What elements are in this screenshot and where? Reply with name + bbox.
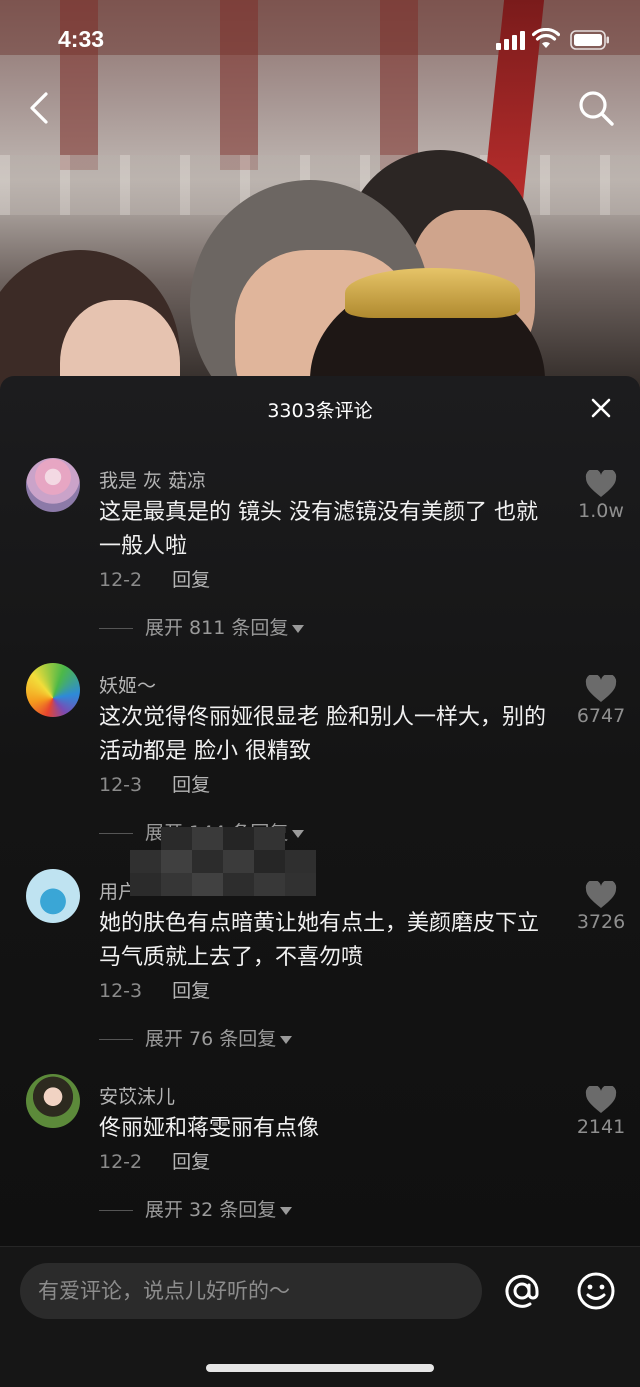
comment-input-box[interactable] — [20, 1263, 482, 1319]
back-button[interactable] — [22, 88, 58, 128]
search-icon — [579, 91, 614, 126]
reply-button[interactable]: 回复 — [172, 980, 210, 1002]
reply-button[interactable]: 回复 — [172, 1151, 210, 1173]
like-count: 2141 — [576, 1116, 626, 1138]
expand-replies[interactable]: 展开 811 条回复 — [99, 613, 305, 640]
gold-headdress — [345, 268, 520, 318]
expand-replies-label: 展开 32 条回复 — [145, 1199, 277, 1221]
comment-text: 这是最真是的 镜头 没有滤镜没有美颜了 也就一般人啦 — [99, 500, 538, 559]
reply-button[interactable]: 回复 — [172, 569, 210, 591]
comment-meta: 12-2 回复 — [99, 1147, 210, 1174]
close-button[interactable] — [588, 395, 614, 421]
avatar[interactable] — [26, 869, 80, 923]
comment-meta: 12-3 回复 — [99, 770, 210, 797]
expand-replies-label: 展开 76 条回复 — [145, 1028, 277, 1050]
emoji-icon — [577, 1272, 615, 1310]
comment-date: 12-3 — [99, 774, 143, 796]
comment-count-title: 3303条评论 — [267, 400, 373, 422]
close-icon — [591, 398, 611, 418]
reply-button[interactable]: 回复 — [172, 774, 210, 796]
like-button[interactable]: 2141 — [570, 1086, 632, 1138]
like-button[interactable]: 3726 — [570, 881, 632, 933]
comment-username[interactable]: 安苡沫儿 — [99, 1082, 175, 1109]
like-count: 1.0w — [578, 500, 624, 522]
emoji-button[interactable] — [574, 1269, 618, 1313]
comment-input[interactable] — [38, 1263, 468, 1319]
heart-icon — [585, 470, 617, 497]
chevron-left-icon — [30, 92, 48, 124]
comment-input-bar — [0, 1246, 640, 1387]
wifi-icon — [532, 28, 560, 48]
signal-icon — [496, 30, 526, 50]
heart-icon — [585, 675, 617, 702]
caret-down-icon — [292, 624, 305, 633]
comment-text: 佟丽娅和蒋雯丽有点像 — [99, 1116, 320, 1141]
like-button[interactable]: 6747 — [570, 675, 632, 727]
comment-date: 12-2 — [99, 569, 143, 591]
status-bar: 4:33 — [0, 0, 640, 80]
privacy-mosaic — [130, 827, 316, 897]
like-button[interactable]: 1.0w — [570, 470, 632, 522]
avatar[interactable] — [26, 1074, 80, 1128]
like-count: 6747 — [576, 705, 626, 727]
expand-replies-label: 展开 811 条回复 — [145, 617, 289, 639]
mention-button[interactable] — [500, 1269, 544, 1313]
comment-text: 她的肤色有点暗黄让她有点土，美颜磨皮下立马气质就上去了，不喜勿喷 — [99, 911, 540, 970]
battery-icon — [570, 30, 609, 50]
comment-date: 12-3 — [99, 980, 143, 1002]
search-button[interactable] — [576, 88, 616, 128]
comment-meta: 12-3 回复 — [99, 976, 210, 1003]
avatar[interactable] — [26, 663, 80, 717]
heart-icon — [585, 1086, 617, 1113]
comment-username[interactable]: 我是 灰 菇凉 — [99, 466, 206, 493]
avatar[interactable] — [26, 458, 80, 512]
comment-text: 这次觉得佟丽娅很显老 脸和别人一样大，别的活动都是 脸小 很精致 — [99, 705, 546, 764]
home-indicator — [206, 1364, 434, 1372]
caret-down-icon — [280, 1035, 293, 1044]
status-time: 4:33 — [58, 26, 105, 52]
comment-username[interactable]: 妖姬～ — [99, 671, 156, 698]
like-count: 3726 — [576, 911, 626, 933]
caret-down-icon — [280, 1206, 293, 1215]
comment-date: 12-2 — [99, 1151, 143, 1173]
expand-replies[interactable]: 展开 76 条回复 — [99, 1024, 293, 1051]
comment-meta: 12-2 回复 — [99, 565, 210, 592]
heart-icon — [585, 881, 617, 908]
at-sign-icon — [505, 1274, 539, 1308]
expand-replies[interactable]: 展开 32 条回复 — [99, 1195, 293, 1222]
